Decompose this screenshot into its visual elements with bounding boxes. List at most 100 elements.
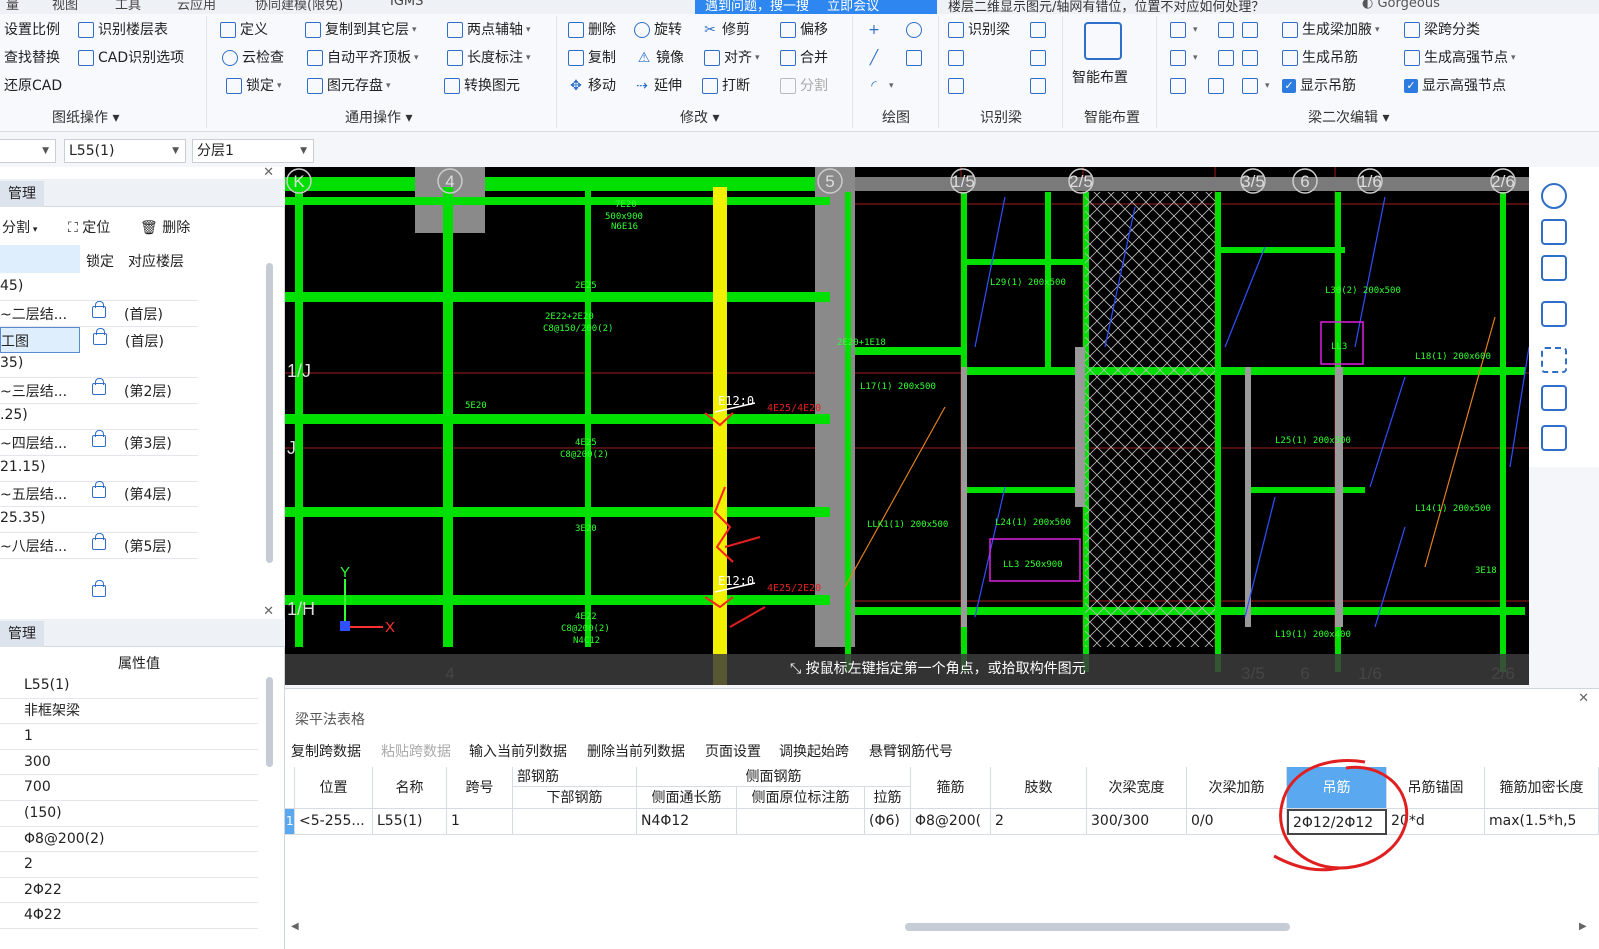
- locate-tool[interactable]: ⛶ 定位: [68, 217, 110, 237]
- trim-button[interactable]: ✂ 修剪: [702, 18, 750, 42]
- draw-arc-point-button[interactable]: [906, 18, 926, 42]
- scrollbar[interactable]: [266, 263, 273, 563]
- show-hs-node-checkbox[interactable]: ✓ 显示高强节点: [1404, 74, 1506, 98]
- delete-column-button[interactable]: 删除当前列数据: [587, 741, 685, 761]
- smart-layout-icon[interactable]: [1084, 22, 1122, 60]
- offset-button[interactable]: 偏移: [780, 18, 828, 42]
- cell-side-through[interactable]: N4Φ12: [637, 809, 737, 835]
- panel-tab-manage[interactable]: 管理: [0, 181, 44, 207]
- cell-position[interactable]: <5-255...: [295, 809, 373, 835]
- group-label-drawing-ops[interactable]: 图纸操作 ▾: [52, 107, 119, 127]
- scroll-right-icon[interactable]: ▶: [1579, 921, 1587, 932]
- header-span[interactable]: 跨号: [447, 767, 513, 809]
- cloud-check-button[interactable]: 云检查: [222, 46, 284, 70]
- recognize-floor-table-button[interactable]: 识别楼层表: [78, 18, 168, 42]
- cad-options-button[interactable]: CAD识别选项: [78, 46, 184, 70]
- copy-button[interactable]: 复制: [568, 46, 616, 70]
- lock-button[interactable]: 锁定 ▾: [226, 74, 282, 98]
- cell-stirrup-dense[interactable]: max(1.5*h,5: [1485, 809, 1599, 835]
- menu-collab[interactable]: 协同建模(限免): [255, 0, 343, 13]
- gen-haunch-button[interactable]: 生成梁加腋 ▾: [1282, 18, 1380, 42]
- property-row[interactable]: L55(1): [0, 673, 258, 699]
- floor-row[interactable]: ~四层结... (第3层): [0, 429, 198, 456]
- page-setup-button[interactable]: 页面设置: [705, 741, 761, 761]
- view-3d-icon[interactable]: [1541, 219, 1567, 245]
- beam-tool-4-button[interactable]: [948, 74, 968, 98]
- lock-icon[interactable]: [92, 300, 106, 318]
- group-label-general-ops[interactable]: 通用操作 ▾: [345, 107, 412, 127]
- cell-span[interactable]: 1: [447, 809, 513, 835]
- beam-edit-tool-4-button[interactable]: [1218, 46, 1238, 70]
- cell-legs[interactable]: 2: [991, 809, 1087, 835]
- property-tab[interactable]: 管理: [0, 621, 44, 647]
- floor-row[interactable]: ~二层结... (首层): [0, 300, 198, 327]
- menu-view[interactable]: 视图: [52, 0, 78, 13]
- cell-sec-width[interactable]: 300/300: [1087, 809, 1187, 835]
- delete-tool[interactable]: 🗑 删除: [140, 217, 190, 237]
- draw-point-button[interactable]: +: [866, 18, 886, 42]
- floor-row[interactable]: 45): [0, 275, 198, 301]
- align-button[interactable]: 对齐 ▾: [704, 46, 760, 70]
- floor-row[interactable]: .25): [0, 404, 198, 430]
- recognize-beam-button[interactable]: 识别梁: [948, 18, 1010, 42]
- draw-arc-button[interactable]: ◜ ▾: [866, 74, 893, 98]
- close-icon[interactable]: ✕: [1578, 691, 1589, 706]
- property-row[interactable]: 2: [0, 852, 258, 878]
- gen-hanger-button[interactable]: 生成吊筋: [1282, 46, 1358, 70]
- user-name[interactable]: ◐ Gorgeous: [1362, 0, 1440, 11]
- define-button[interactable]: 定义: [220, 18, 268, 42]
- header-bottom-group[interactable]: 部钢筋: [513, 767, 637, 787]
- group-label-modify[interactable]: 修改 ▾: [680, 107, 719, 127]
- search-question[interactable]: 楼层二维显示图元/轴网有错位，位置不对应如何处理？: [948, 0, 1264, 15]
- floor-row[interactable]: 21.15): [0, 456, 198, 482]
- swap-start-span-button[interactable]: 调换起始跨: [779, 741, 849, 761]
- menu-igms[interactable]: IGMS: [390, 0, 423, 9]
- restore-cad-button[interactable]: 还原CAD: [4, 74, 62, 98]
- cell-stirrup[interactable]: Φ8@200(: [911, 809, 991, 835]
- show-hanger-checkbox[interactable]: ✓ 显示吊筋: [1282, 74, 1356, 98]
- save-element-button[interactable]: 图元存盘 ▾: [307, 74, 391, 98]
- cube-view-icon[interactable]: [1541, 301, 1567, 327]
- header-name[interactable]: 名称: [373, 767, 447, 809]
- property-row[interactable]: 2Φ22: [0, 878, 258, 904]
- scrollbar[interactable]: [266, 677, 273, 767]
- two-point-axis-button[interactable]: 两点辅轴 ▾: [447, 18, 531, 42]
- lock-icon[interactable]: [92, 378, 106, 396]
- property-row[interactable]: 700: [0, 775, 258, 801]
- set-scale-button[interactable]: 设置比例: [4, 18, 60, 42]
- header-side-through[interactable]: 侧面通长筋: [637, 787, 737, 809]
- convert-element-button[interactable]: 转换图元: [444, 74, 520, 98]
- floor-row[interactable]: ~八层结... (第5层): [0, 533, 198, 559]
- length-dimension-button[interactable]: 长度标注 ▾: [447, 46, 531, 70]
- cell-side-mark[interactable]: [737, 809, 865, 835]
- cell-index[interactable]: 1: [285, 809, 295, 835]
- floor-row[interactable]: ~三层结... (第2层): [0, 378, 198, 405]
- property-row[interactable]: 1: [0, 724, 258, 750]
- lock-icon[interactable]: [93, 327, 107, 345]
- close-icon[interactable]: ✕: [263, 165, 274, 180]
- rotate-button[interactable]: 旋转: [634, 18, 682, 42]
- property-row[interactable]: 非框架梁: [0, 699, 258, 725]
- cad-canvas[interactable]: E12;0 4E25/4E20 E12;0 4E25/2E20 7E20 500x900 N…: [285, 167, 1529, 685]
- copy-span-data-button[interactable]: 复制跨数据: [291, 741, 361, 761]
- header-position[interactable]: 位置: [295, 767, 373, 809]
- draw-line-button[interactable]: ╱: [866, 46, 886, 70]
- copy-to-floor-button[interactable]: 复制到其它层 ▾: [305, 18, 417, 42]
- beam-edit-tool-7-button[interactable]: [1208, 74, 1228, 98]
- beam-edit-tool-3-button[interactable]: ▾: [1170, 46, 1198, 70]
- mirror-button[interactable]: ⚠ 镜像: [636, 46, 684, 70]
- zoom-extent-icon[interactable]: [1541, 347, 1567, 373]
- split-button[interactable]: 分割: [780, 74, 828, 98]
- scroll-left-icon[interactable]: ◀: [291, 921, 299, 932]
- menu-cloud[interactable]: 云应用: [177, 0, 216, 13]
- meeting-button[interactable]: 立即会议: [827, 0, 879, 14]
- header-sec-width[interactable]: 次梁宽度: [1087, 767, 1187, 809]
- property-row[interactable]: 4Φ22: [0, 903, 258, 929]
- lock-column-header[interactable]: 锁定: [86, 251, 114, 271]
- gen-hs-node-button[interactable]: 生成高强节点 ▾: [1404, 46, 1516, 70]
- header-side-mark[interactable]: 侧面原位标注筋: [737, 787, 865, 809]
- cantilever-code-button[interactable]: 悬臂钢筋代号: [869, 741, 953, 761]
- break-button[interactable]: 打断: [702, 74, 750, 98]
- beam-edit-tool-1-button[interactable]: [1218, 18, 1238, 42]
- cell-tie[interactable]: (Φ6): [865, 809, 911, 835]
